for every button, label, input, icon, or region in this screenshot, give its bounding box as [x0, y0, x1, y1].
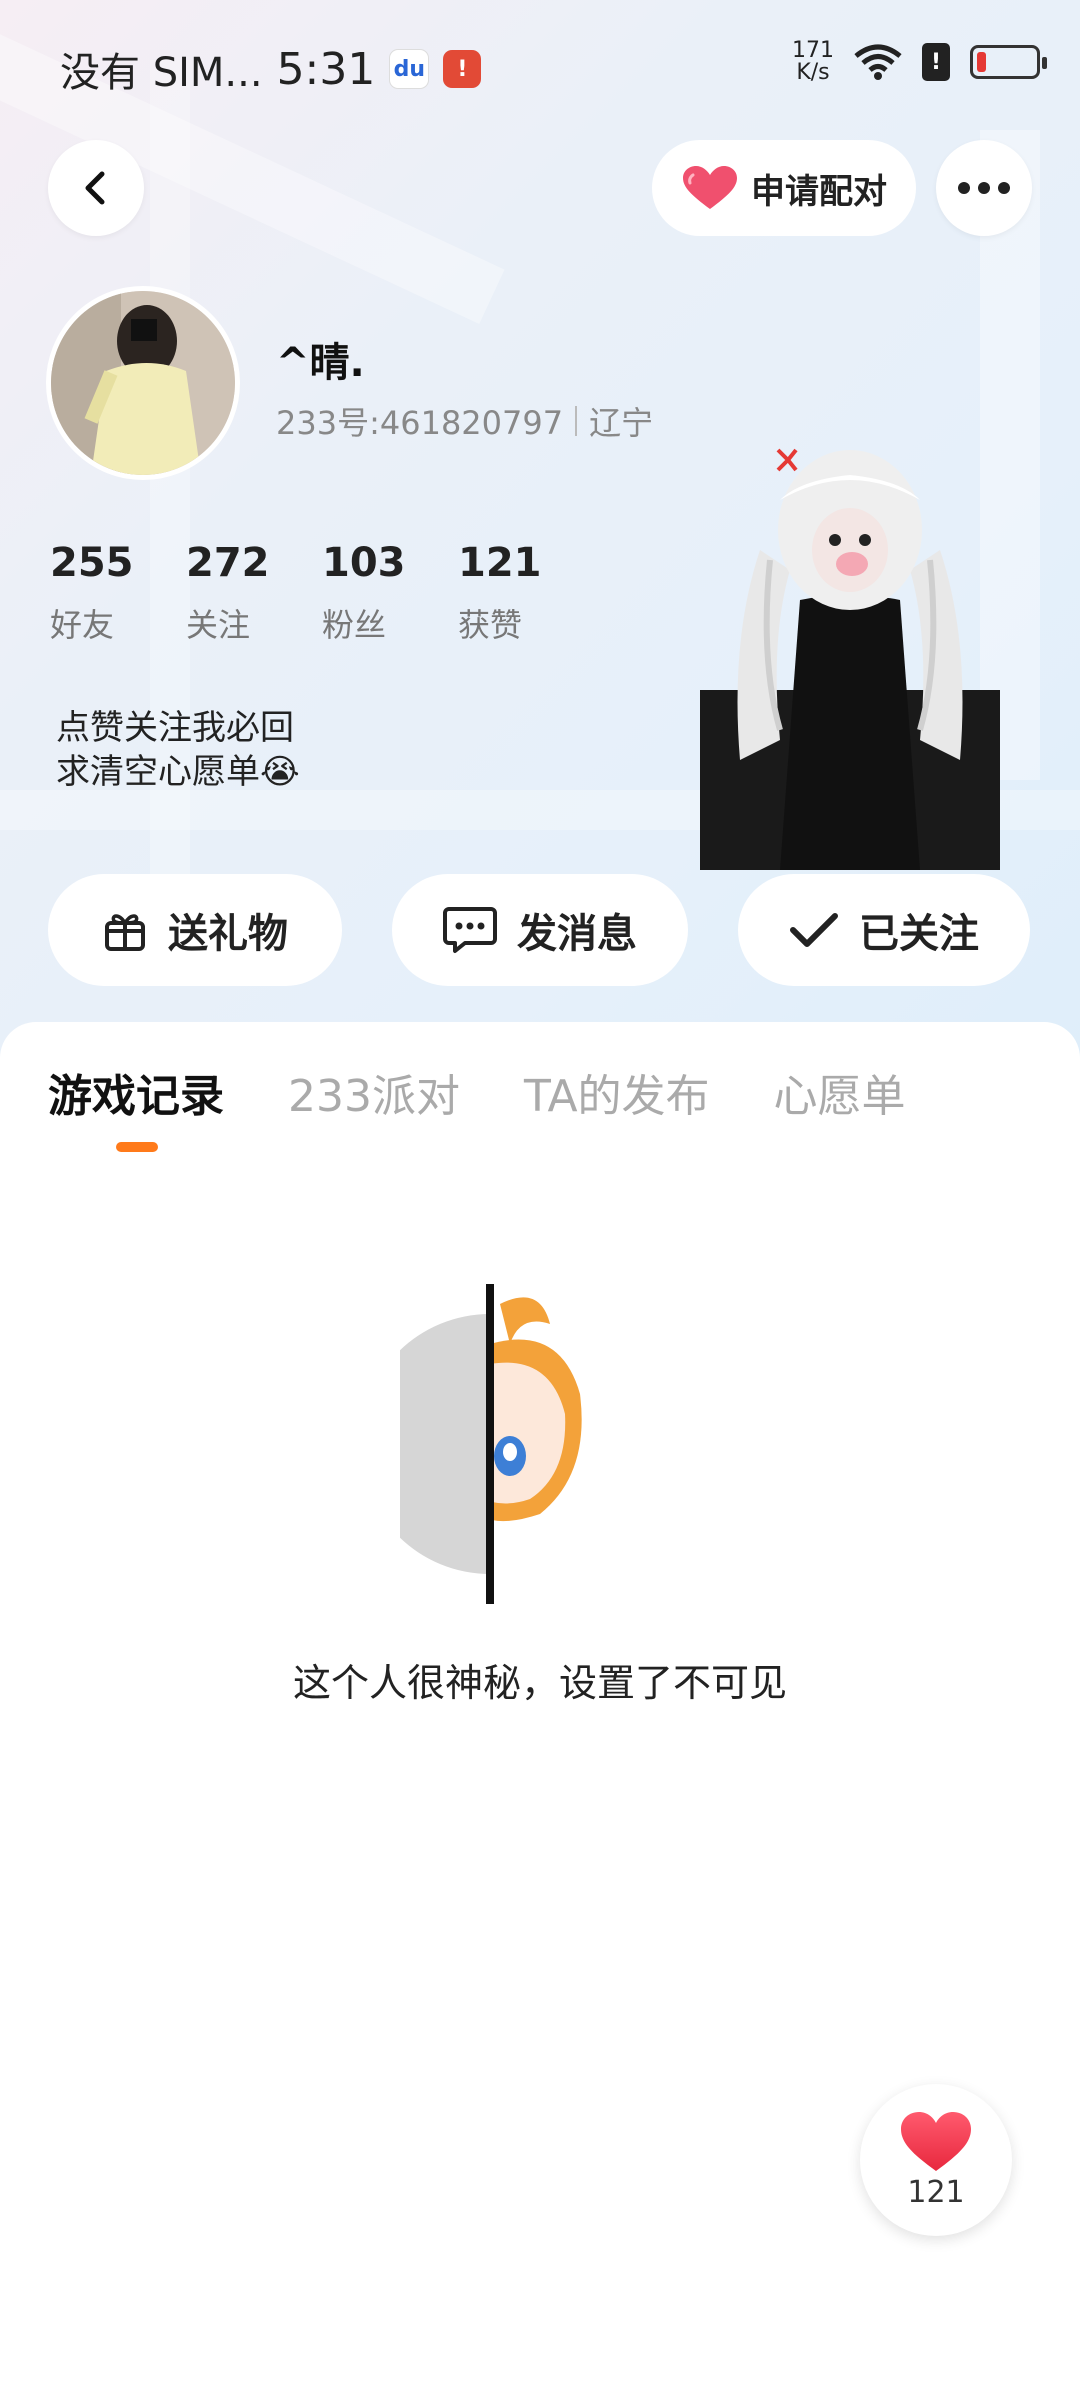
- apply-pair-label: 申请配对: [751, 171, 887, 212]
- network-speed: 171 K/s: [792, 38, 834, 85]
- stat-friends-count: 255: [50, 540, 134, 586]
- carrier-text: 没有 SIM...: [60, 50, 263, 96]
- avatar[interactable]: [46, 286, 240, 480]
- stats-row: 255 好友 272 关注 103 粉丝 121 获赞: [50, 540, 594, 646]
- heart-icon: [901, 2111, 971, 2171]
- following-label: 已关注: [859, 911, 979, 957]
- user-location: 辽宁: [589, 404, 654, 442]
- back-icon: [85, 171, 105, 205]
- status-bar: 没有 SIM... 5:31 du ! 171 K/s !: [0, 0, 1080, 135]
- following-button[interactable]: 已关注: [738, 874, 1030, 986]
- tab-wishlist[interactable]: 心愿单: [774, 1060, 906, 1124]
- stat-friends[interactable]: 255 好友: [50, 540, 186, 646]
- stat-fans-count: 103: [322, 540, 406, 586]
- send-message-label: 发消息: [517, 911, 637, 957]
- empty-state-message: 这个人很神秘，设置了不可见: [292, 1661, 787, 1705]
- more-options-button[interactable]: [936, 140, 1032, 236]
- stat-fans-label: 粉丝: [322, 606, 387, 644]
- more-icon: [958, 182, 1010, 194]
- like-button[interactable]: 121: [860, 2084, 1012, 2236]
- tab-233-party[interactable]: 233派对: [288, 1060, 460, 1124]
- username: ^晴.: [276, 340, 365, 386]
- send-message-button[interactable]: 发消息: [392, 874, 688, 986]
- stat-friends-label: 好友: [50, 606, 115, 644]
- back-button[interactable]: [48, 140, 144, 236]
- sim-alert-icon: !: [922, 43, 950, 81]
- tab-ta-posts[interactable]: TA的发布: [524, 1060, 710, 1124]
- character-avatar-image[interactable]: [700, 440, 1000, 870]
- user-id: 233号:461820797: [276, 404, 564, 442]
- send-gift-button[interactable]: 送礼物: [48, 874, 342, 986]
- check-icon: [790, 913, 838, 947]
- peeking-character-illustration: [400, 1284, 582, 1604]
- stat-following-label: 关注: [186, 606, 251, 644]
- chat-icon: [443, 907, 497, 953]
- stat-likes-count: 121: [458, 540, 542, 586]
- anger-mark-icon: [776, 448, 798, 472]
- notification-alert-icon: !: [443, 50, 482, 88]
- tab-game-records[interactable]: 游戏记录: [48, 1060, 224, 1124]
- profile-tabs: 游戏记录 233派对 TA的发布 心愿单: [48, 1060, 906, 1124]
- clock: 5:31: [276, 43, 376, 95]
- user-id-row: 233号:461820797 辽宁: [276, 398, 653, 444]
- gift-icon: [105, 914, 145, 951]
- wifi-icon: [854, 44, 902, 80]
- stat-fans[interactable]: 103 粉丝: [322, 540, 458, 646]
- apply-pair-button[interactable]: 申请配对: [652, 140, 916, 236]
- active-tab-indicator: [116, 1142, 158, 1152]
- stat-following[interactable]: 272 关注: [186, 540, 322, 646]
- baidu-icon: du: [389, 49, 430, 89]
- bio-text: 点赞关注我必回 求清空心愿单😭: [56, 708, 300, 792]
- send-gift-label: 送礼物: [168, 911, 288, 957]
- battery-icon: [970, 45, 1047, 79]
- stat-following-count: 272: [186, 540, 270, 586]
- like-count: 121: [907, 2174, 965, 2210]
- stat-likes-label: 获赞: [458, 606, 523, 644]
- stat-likes[interactable]: 121 获赞: [458, 540, 594, 646]
- heart-icon: [683, 166, 737, 209]
